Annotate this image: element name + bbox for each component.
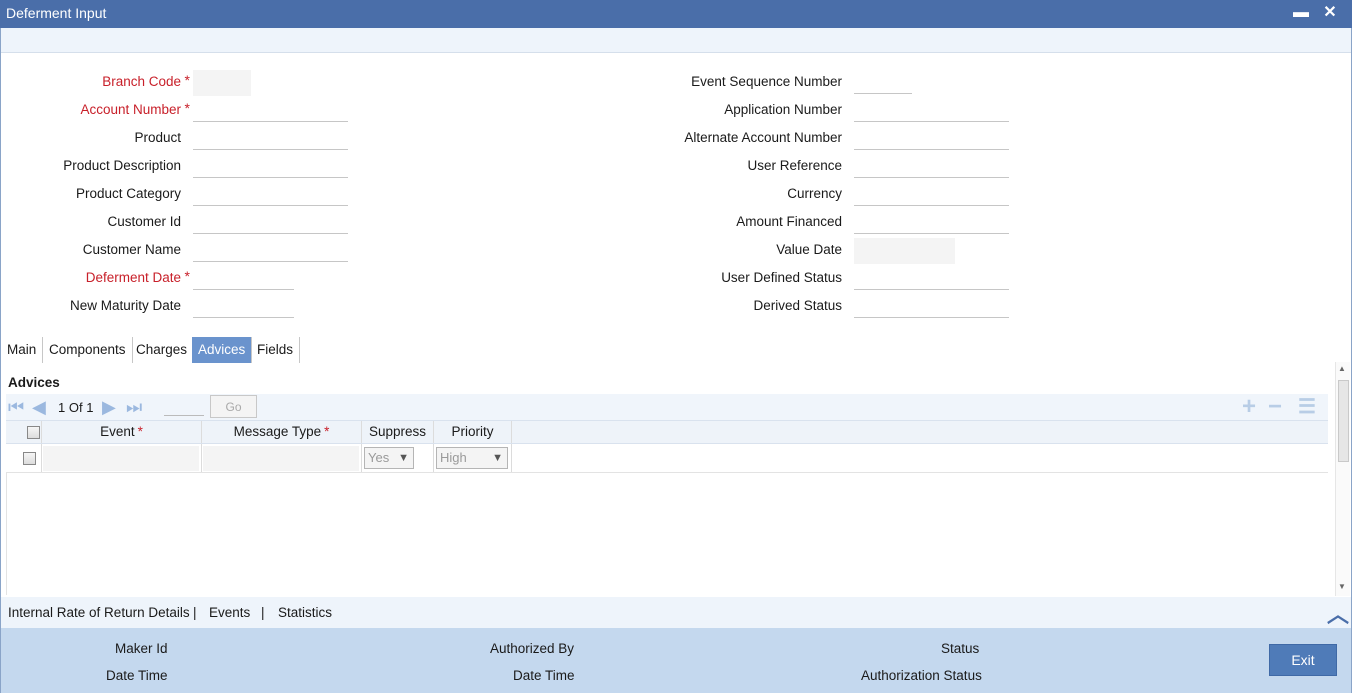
single-view-icon[interactable]: ☰: [1298, 395, 1316, 419]
user-defined-status-input[interactable]: [854, 264, 1009, 290]
user-defined-status-label: User Defined Status: [721, 270, 842, 285]
links-bar: Internal Rate of Return Details | Events…: [0, 597, 1352, 628]
authorized-by-label: Authorized By: [490, 641, 575, 656]
user-reference-label: User Reference: [747, 158, 842, 173]
derived-status-label: Derived Status: [753, 298, 842, 313]
message-type-input[interactable]: [203, 446, 359, 471]
pager-text: 1 Of 1: [58, 400, 94, 415]
exit-button[interactable]: Exit: [1269, 644, 1337, 676]
event-cell: [42, 444, 202, 472]
row-checkbox[interactable]: [23, 452, 36, 465]
event-sequence-number-input[interactable]: [854, 68, 912, 94]
suppress-cell: Yes ▼: [362, 444, 434, 472]
add-row-icon[interactable]: +: [1242, 395, 1256, 419]
event-input[interactable]: [43, 446, 199, 471]
column-message-type[interactable]: Message Type *: [202, 421, 362, 443]
tab-fields[interactable]: Fields: [251, 337, 301, 363]
scrollbar-thumb[interactable]: [1338, 380, 1349, 462]
column-suppress[interactable]: Suppress: [362, 421, 434, 443]
checker-date-time-label: Date Time: [513, 668, 575, 683]
maker-date-time-label: Date Time: [106, 668, 168, 683]
alternate-account-number-input[interactable]: [854, 124, 1009, 150]
grid-nav-bar: ⏮ ◀ 1 Of 1 ▶ ⏭ Go + − ☰: [6, 394, 1328, 420]
irr-details-link[interactable]: Internal Rate of Return Details: [8, 605, 190, 620]
value-date-label: Value Date: [776, 242, 842, 257]
tab-components[interactable]: Components: [43, 337, 133, 363]
alternate-account-number-label: Alternate Account Number: [684, 130, 842, 145]
advices-section-title: Advices: [8, 375, 60, 390]
column-event[interactable]: Event *: [42, 421, 202, 443]
chevron-up-icon[interactable]: ︿: [1327, 597, 1349, 629]
link-separator: |: [261, 605, 265, 620]
authorization-status-label: Authorization Status: [861, 668, 982, 683]
minimize-icon[interactable]: ▬: [1290, 2, 1312, 24]
priority-select[interactable]: High ▼: [436, 447, 508, 469]
suppress-select[interactable]: Yes ▼: [364, 447, 414, 469]
tab-main[interactable]: Main: [1, 337, 44, 363]
audit-footer: Maker Id Date Time Authorized By Date Ti…: [0, 628, 1352, 693]
currency-label: Currency: [787, 186, 842, 201]
statistics-link[interactable]: Statistics: [278, 605, 332, 620]
tab-advices[interactable]: Advices: [192, 337, 253, 363]
previous-page-icon[interactable]: ◀: [32, 397, 46, 417]
link-separator: |: [193, 605, 197, 620]
table-row: Yes ▼ High ▼: [6, 444, 1328, 473]
row-select-cell: [6, 444, 42, 472]
amount-financed-label: Amount Financed: [736, 214, 842, 229]
application-number-label: Application Number: [724, 102, 842, 117]
grid-header: Event * Message Type * Suppress Priority: [6, 420, 1328, 444]
chevron-down-icon: ▼: [398, 452, 409, 464]
header-select-cell: [6, 421, 42, 443]
scroll-down-icon[interactable]: ▼: [1338, 582, 1346, 591]
maker-id-label: Maker Id: [115, 641, 168, 656]
scroll-up-icon[interactable]: ▲: [1338, 364, 1346, 373]
next-page-icon[interactable]: ▶: [102, 397, 116, 417]
delete-row-icon[interactable]: −: [1268, 395, 1282, 419]
application-number-input[interactable]: [854, 96, 1009, 122]
events-link[interactable]: Events: [209, 605, 250, 620]
window-title: Deferment Input: [6, 5, 107, 21]
tab-charges[interactable]: Charges: [130, 337, 195, 363]
priority-cell: High ▼: [434, 444, 512, 472]
message-type-cell: [202, 444, 362, 472]
grid-body: [6, 473, 1328, 595]
select-all-checkbox[interactable]: [27, 426, 40, 439]
column-priority[interactable]: Priority: [434, 421, 512, 443]
value-date-input[interactable]: [854, 238, 955, 264]
currency-input[interactable]: [854, 180, 1009, 206]
amount-financed-input[interactable]: [854, 208, 1009, 234]
derived-status-input[interactable]: [854, 292, 1009, 318]
toolbar-strip: [0, 28, 1352, 53]
window-titlebar: Deferment Input ▬ ✕: [0, 0, 1352, 28]
user-reference-input[interactable]: [854, 152, 1009, 178]
go-button[interactable]: Go: [210, 395, 257, 418]
page-number-input[interactable]: [164, 398, 204, 416]
chevron-down-icon: ▼: [492, 452, 503, 464]
vertical-scrollbar[interactable]: ▲ ▼: [1335, 362, 1350, 596]
event-sequence-number-label: Event Sequence Number: [691, 74, 842, 89]
close-icon[interactable]: ✕: [1319, 2, 1341, 24]
last-page-icon[interactable]: ⏭: [126, 397, 142, 417]
status-label: Status: [941, 641, 980, 656]
first-page-icon[interactable]: ⏮: [8, 397, 24, 417]
